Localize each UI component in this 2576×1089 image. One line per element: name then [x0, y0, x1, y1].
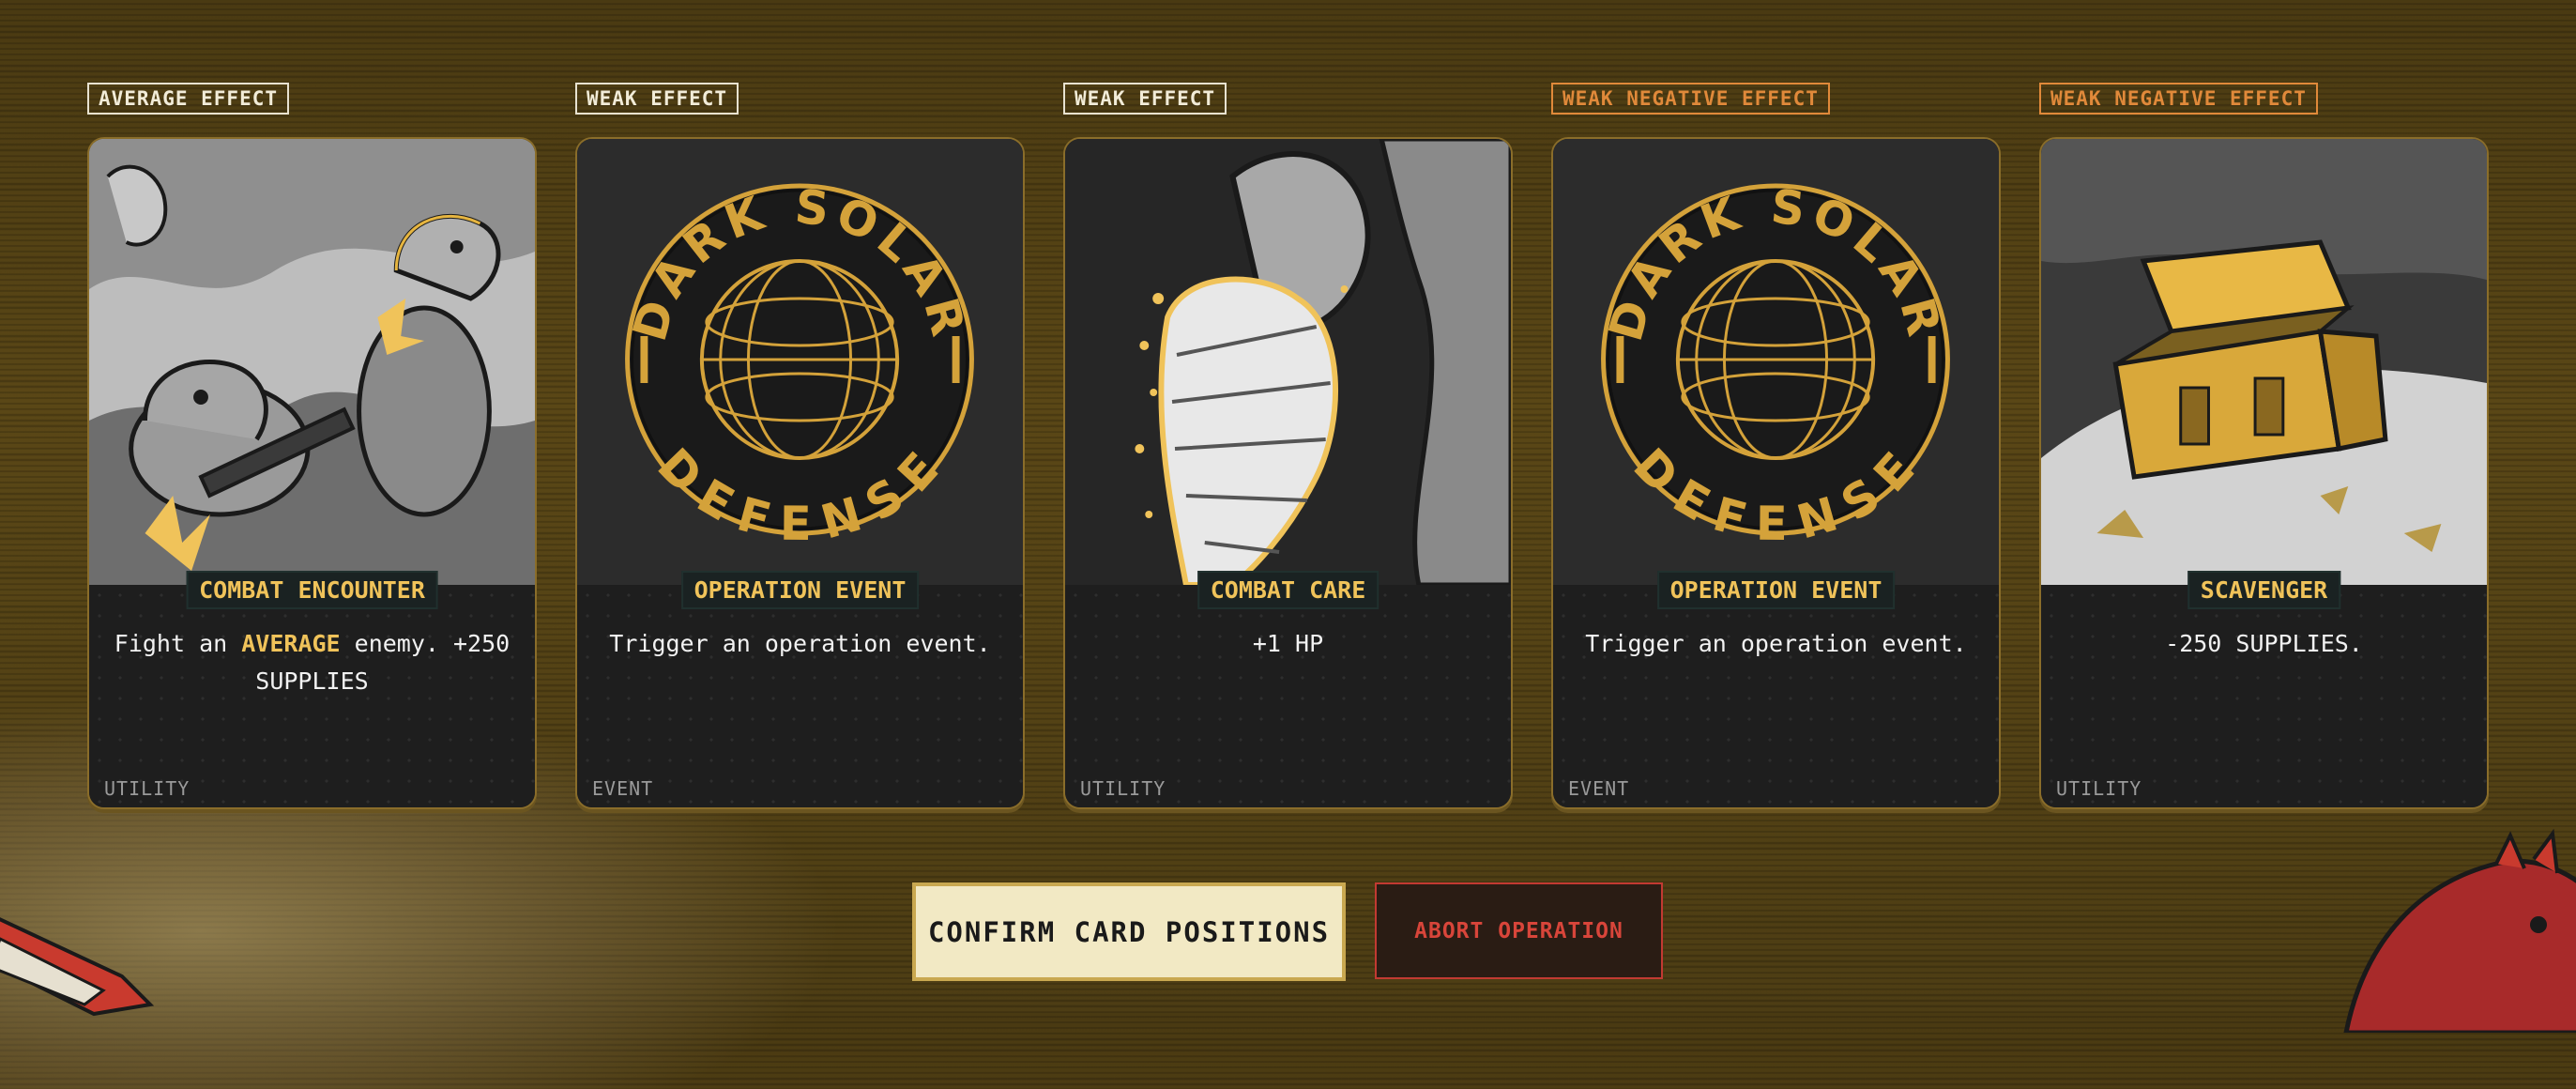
abort-operation-button[interactable]: ABORT OPERATION	[1375, 882, 1663, 979]
card-2-description: Trigger an operation event.	[609, 630, 991, 657]
card-4-description: Trigger an operation event.	[1585, 630, 1967, 657]
confirm-card-positions-button[interactable]: CONFIRM CARD POSITIONS	[912, 882, 1346, 981]
card-1-type: UTILITY	[104, 777, 191, 800]
card-5-description: -250 SUPPLIES.	[2165, 630, 2363, 657]
dinosaur-head-icon	[2343, 828, 2576, 1033]
card-combat-care[interactable]: COMBAT CARE +1 HP UTILITY	[1063, 137, 1513, 809]
card-3-body	[1065, 585, 1511, 807]
card-1-art	[89, 139, 535, 585]
desc-text: Fight an	[114, 630, 242, 657]
card-3-effect-tag: WEAK EFFECT	[1063, 83, 1227, 115]
card-4-art: DARK SOLAR DEFENSE	[1553, 139, 1999, 585]
card-scavenger[interactable]: SCAVENGER -250 SUPPLIES. UTILITY	[2039, 137, 2489, 809]
card-5-type: UTILITY	[2056, 777, 2142, 800]
card-3-description: +1 HP	[1252, 630, 1324, 657]
card-4-body	[1553, 585, 1999, 807]
card-4-title: OPERATION EVENT	[1656, 571, 1896, 609]
card-2-body	[577, 585, 1023, 807]
card-3-art	[1065, 139, 1511, 585]
card-2-effect-tag: WEAK EFFECT	[575, 83, 739, 115]
card-3-type: UTILITY	[1080, 777, 1166, 800]
card-5-body	[2041, 585, 2487, 807]
card-combat-encounter[interactable]: COMBAT ENCOUNTER Fight an AVERAGE enemy.…	[87, 137, 537, 809]
card-4-type: EVENT	[1568, 777, 1630, 800]
spaceship-icon	[0, 917, 155, 1017]
dinosaur-soldiers-illustration	[89, 139, 535, 585]
card-1-title: COMBAT ENCOUNTER	[186, 571, 438, 609]
card-5-effect-tag: WEAK NEGATIVE EFFECT	[2039, 83, 2318, 115]
card-1-effect-tag: AVERAGE EFFECT	[87, 83, 290, 115]
card-5-art	[2041, 139, 2487, 585]
card-3-title: COMBAT CARE	[1197, 571, 1379, 609]
card-2-type: EVENT	[592, 777, 654, 800]
card-1-description: Fight an AVERAGE enemy. +250 SUPPLIES	[108, 625, 516, 700]
card-operation-event[interactable]: DARK SOLAR DEFENSE OPERATION EVENT Trigg…	[575, 137, 1025, 809]
card-operation-event-2[interactable]: DARK SOLAR DEFENSE OPERATION EVENT Trigg…	[1551, 137, 2001, 809]
card-2-title: OPERATION EVENT	[680, 571, 920, 609]
desc-highlight: AVERAGE	[241, 630, 341, 657]
card-2-art: DARK SOLAR DEFENSE	[577, 139, 1023, 585]
dark-solar-defense-emblem-icon: DARK SOLAR DEFENSE	[1553, 139, 1999, 585]
bandaged-arm-illustration	[1065, 139, 1511, 585]
dark-solar-defense-emblem-icon: DARK SOLAR DEFENSE	[577, 139, 1023, 585]
supply-crate-illustration	[2041, 139, 2487, 585]
card-4-effect-tag: WEAK NEGATIVE EFFECT	[1551, 83, 1830, 115]
card-5-title: SCAVENGER	[2187, 571, 2341, 609]
